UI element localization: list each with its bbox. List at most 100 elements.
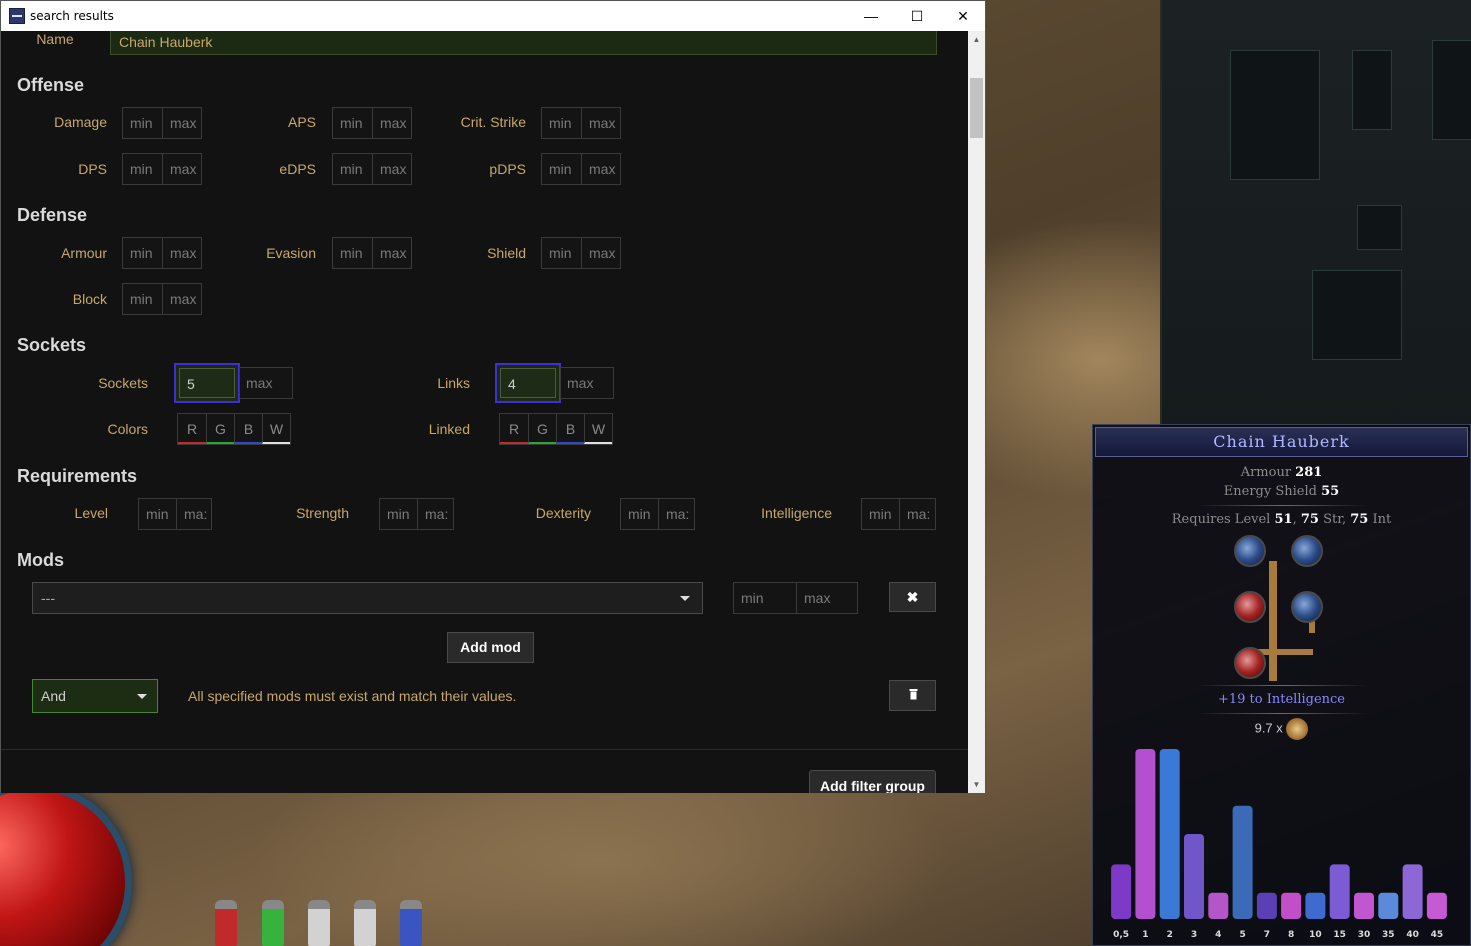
color-red-input[interactable]: R <box>178 414 206 444</box>
color-white-input[interactable]: W <box>262 414 290 444</box>
level-min-input[interactable]: min <box>139 499 176 529</box>
delete-group-button[interactable] <box>889 680 936 711</box>
links-min-input[interactable]: 4 <box>495 363 561 403</box>
color-green-input[interactable]: G <box>206 414 234 444</box>
block-min-input[interactable]: min <box>123 284 162 314</box>
scroll-up-icon[interactable]: ▲ <box>968 31 985 48</box>
inventory-slot <box>1352 50 1392 130</box>
add-filter-group-button[interactable]: Add filter group <box>809 770 936 793</box>
search-results-window: search results — ☐ ✕ Name Chain Hauberk … <box>0 0 986 793</box>
crit-max-input[interactable]: max <box>581 108 620 138</box>
histogram-tick-label: 1 <box>1142 930 1148 940</box>
pdps-max-input[interactable]: max <box>581 154 620 184</box>
armour-max-input[interactable]: max <box>162 238 201 268</box>
remove-mod-button[interactable]: ✖ <box>889 582 936 612</box>
sockets-max-input[interactable]: max <box>239 367 293 399</box>
evasion-label: Evasion <box>266 245 316 261</box>
linked-blue-input[interactable]: B <box>556 414 584 444</box>
intelligence-max-input[interactable]: ma: <box>899 499 935 529</box>
armour-min-input[interactable]: min <box>123 238 162 268</box>
maximize-button[interactable]: ☐ <box>894 1 940 31</box>
aps-max-input[interactable]: max <box>372 108 411 138</box>
histogram-bar <box>1111 864 1132 919</box>
dps-label: DPS <box>78 161 107 177</box>
crit-strike-minmax: min max <box>541 107 621 139</box>
name-label: Name <box>36 31 74 47</box>
edps-label: eDPS <box>279 161 316 177</box>
linked-red-input[interactable]: R <box>500 414 528 444</box>
close-button[interactable]: ✕ <box>940 1 986 31</box>
tooltip-separator <box>1196 505 1367 506</box>
chevron-down-icon <box>137 694 147 699</box>
shield-max-input[interactable]: max <box>581 238 620 268</box>
offense-title: Offense <box>17 75 85 95</box>
damage-label: Damage <box>54 114 107 130</box>
edps-min-input[interactable]: min <box>333 154 372 184</box>
mod-max-input[interactable]: max <box>796 583 857 613</box>
dexterity-max-input[interactable]: ma: <box>658 499 694 529</box>
shield-min-input[interactable]: min <box>542 238 581 268</box>
mod-min-input[interactable]: min <box>734 583 796 613</box>
flask-icon <box>400 900 422 946</box>
damage-min-input[interactable]: min <box>123 108 162 138</box>
scroll-thumb[interactable] <box>970 78 983 138</box>
name-input[interactable]: Chain Hauberk <box>110 31 937 55</box>
crit-strike-label: Crit. Strike <box>460 114 526 130</box>
mod-select[interactable]: --- <box>32 582 703 614</box>
dexterity-min-input[interactable]: min <box>621 499 658 529</box>
window-title: search results <box>30 9 114 23</box>
blue-socket-icon <box>1234 535 1266 567</box>
mod-select-value: --- <box>41 590 55 606</box>
sockets-min-input[interactable]: 5 <box>174 363 240 403</box>
app-icon <box>9 8 25 24</box>
aps-min-input[interactable]: min <box>333 108 372 138</box>
histogram-tick-label: 40 <box>1406 930 1419 940</box>
tooltip-separator <box>1196 685 1367 686</box>
linked-input-group: R G B W <box>499 413 613 445</box>
linked-white-input[interactable]: W <box>584 414 612 444</box>
color-blue-input[interactable]: B <box>234 414 262 444</box>
strength-min-input[interactable]: min <box>380 499 417 529</box>
linked-label: Linked <box>428 421 470 437</box>
minimize-button[interactable]: — <box>848 1 894 31</box>
evasion-max-input[interactable]: max <box>372 238 411 268</box>
scroll-down-icon[interactable]: ▼ <box>968 776 985 793</box>
req-level-value: 51 <box>1274 512 1293 527</box>
pdps-minmax: min max <box>541 153 621 185</box>
armour-minmax: min max <box>122 237 202 269</box>
histogram-bar <box>1305 892 1326 919</box>
damage-minmax: min max <box>122 107 202 139</box>
gloves-slot <box>1312 270 1402 360</box>
group-type-select[interactable]: And <box>32 679 158 713</box>
section-divider <box>1 749 968 750</box>
links-min-value: 4 <box>500 368 556 398</box>
chevron-down-icon <box>680 596 690 601</box>
dps-min-input[interactable]: min <box>123 154 162 184</box>
histogram-bar <box>1135 749 1156 919</box>
req-int-value: 75 <box>1350 512 1369 527</box>
linked-green-input[interactable]: G <box>528 414 556 444</box>
links-max-input[interactable]: max <box>560 367 614 399</box>
blue-socket-icon <box>1291 535 1323 567</box>
armour-filter-label: Armour <box>61 245 107 261</box>
add-mod-button[interactable]: Add mod <box>447 632 534 663</box>
damage-max-input[interactable]: max <box>162 108 201 138</box>
aps-label: APS <box>287 114 316 130</box>
pdps-min-input[interactable]: min <box>542 154 581 184</box>
flask-icon <box>262 900 284 946</box>
edps-max-input[interactable]: max <box>372 154 411 184</box>
tooltip-item-name: Chain Hauberk <box>1095 427 1468 457</box>
intelligence-min-input[interactable]: min <box>862 499 899 529</box>
dexterity-label: Dexterity <box>535 505 591 521</box>
evasion-min-input[interactable]: min <box>333 238 372 268</box>
socket-link <box>1269 561 1277 681</box>
colors-label: Colors <box>107 421 148 437</box>
strength-max-input[interactable]: ma: <box>417 499 453 529</box>
title-bar[interactable]: search results — ☐ ✕ <box>1 1 985 31</box>
block-max-input[interactable]: max <box>162 284 201 314</box>
level-max-input[interactable]: ma: <box>176 499 211 529</box>
dps-max-input[interactable]: max <box>162 154 201 184</box>
histogram-bar <box>1184 834 1204 919</box>
vertical-scrollbar[interactable]: ▲ ▼ <box>968 31 985 793</box>
crit-min-input[interactable]: min <box>542 108 581 138</box>
